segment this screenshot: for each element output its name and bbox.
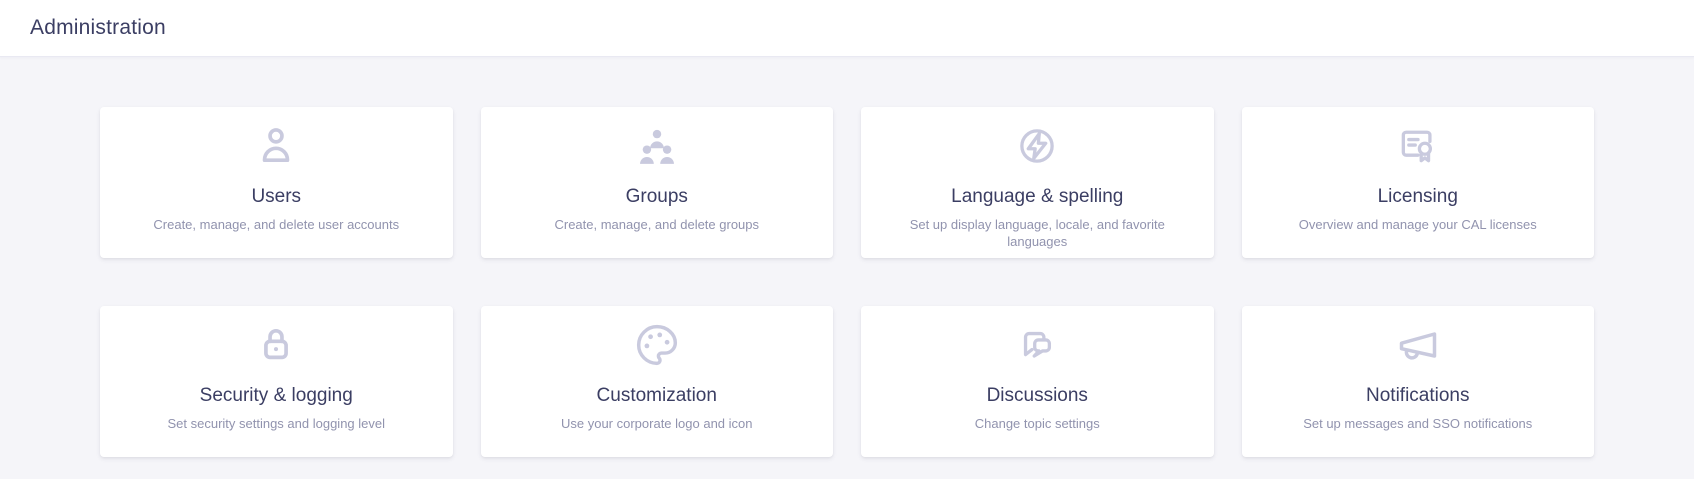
card-users[interactable]: Users Create, manage, and delete user ac… xyxy=(100,107,453,258)
page-header: Administration xyxy=(0,0,1694,57)
card-description: Set up display language, locale, and fav… xyxy=(901,217,1173,251)
card-description: Set up messages and SSO notifications xyxy=(1303,416,1532,433)
chat-bubbles-icon xyxy=(1015,323,1059,367)
card-groups[interactable]: Groups Create, manage, and delete groups xyxy=(481,107,834,258)
card-title: Users xyxy=(251,186,301,209)
megaphone-icon xyxy=(1396,323,1440,367)
card-title: Security & logging xyxy=(200,385,353,408)
groups-icon xyxy=(635,124,679,168)
card-description: Create, manage, and delete user accounts xyxy=(153,217,399,234)
main-content: Users Create, manage, and delete user ac… xyxy=(0,57,1694,457)
user-icon xyxy=(254,124,298,168)
certificate-icon xyxy=(1396,124,1440,168)
card-description: Set security settings and logging level xyxy=(167,416,385,433)
card-discussions[interactable]: Discussions Change topic settings xyxy=(861,306,1214,457)
card-title: Groups xyxy=(626,186,688,209)
card-title: Customization xyxy=(597,385,717,408)
card-description: Overview and manage your CAL licenses xyxy=(1299,217,1537,234)
card-notifications[interactable]: Notifications Set up messages and SSO no… xyxy=(1242,306,1595,457)
card-grid: Users Create, manage, and delete user ac… xyxy=(100,107,1594,457)
card-title: Language & spelling xyxy=(951,186,1123,209)
card-licensing[interactable]: Licensing Overview and manage your CAL l… xyxy=(1242,107,1595,258)
card-description: Use your corporate logo and icon xyxy=(561,416,753,433)
card-title: Discussions xyxy=(987,385,1088,408)
lock-icon xyxy=(254,323,298,367)
card-description: Create, manage, and delete groups xyxy=(554,217,759,234)
card-customization[interactable]: Customization Use your corporate logo an… xyxy=(481,306,834,457)
card-title: Notifications xyxy=(1366,385,1470,408)
card-description: Change topic settings xyxy=(975,416,1100,433)
card-language[interactable]: Language & spelling Set up display langu… xyxy=(861,107,1214,258)
palette-icon xyxy=(635,323,679,367)
globe-bolt-icon xyxy=(1015,124,1059,168)
page-title: Administration xyxy=(30,16,166,40)
card-security[interactable]: Security & logging Set security settings… xyxy=(100,306,453,457)
card-title: Licensing xyxy=(1378,186,1458,209)
